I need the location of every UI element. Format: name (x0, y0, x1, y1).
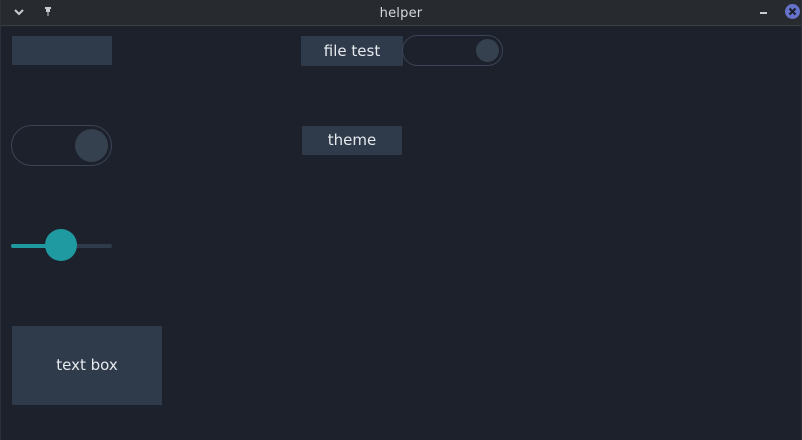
minimize-icon[interactable] (757, 5, 771, 19)
theme-button[interactable]: theme (302, 126, 402, 155)
toggle-knob (476, 39, 499, 62)
app-window: helper file test theme text box (0, 0, 802, 440)
slider-thumb[interactable] (45, 229, 77, 261)
text-box[interactable]: text box (12, 326, 162, 405)
left-toggle[interactable] (11, 125, 112, 166)
title-bar: helper (1, 0, 801, 26)
window-title: helper (379, 6, 423, 21)
file-test-toggle[interactable] (402, 35, 503, 66)
file-test-button[interactable]: file test (301, 36, 403, 66)
blank-button[interactable] (12, 36, 112, 65)
close-icon[interactable] (785, 4, 800, 19)
toggle-knob (75, 129, 108, 162)
